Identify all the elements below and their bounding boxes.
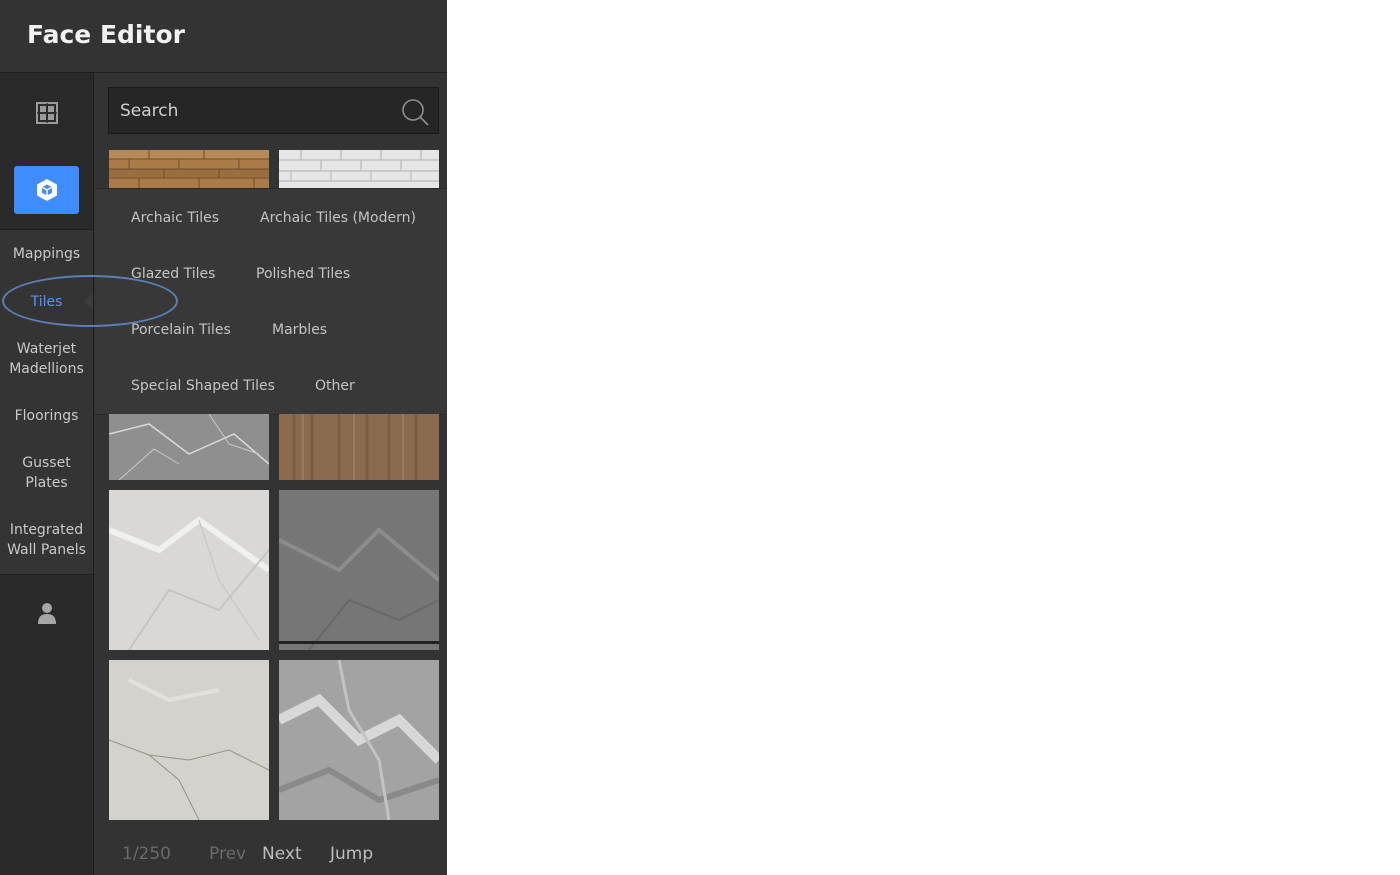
panel-title: Face Editor (27, 20, 185, 49)
page-indicator: 1/250 (122, 844, 171, 864)
material-thumbnail[interactable] (279, 414, 439, 480)
rail-item-mappings[interactable]: Mappings (0, 244, 93, 264)
category-archaic-tiles-modern[interactable]: Archaic Tiles (Modern) (260, 210, 416, 226)
rail-item-waterjet-madellions[interactable]: Waterjet Madellions (0, 339, 93, 379)
highlight-annotation (2, 275, 178, 327)
mappings-category-button[interactable] (14, 166, 79, 214)
user-icon[interactable] (0, 600, 93, 626)
category-marbles[interactable]: Marbles (272, 322, 327, 338)
material-thumbnail[interactable] (109, 660, 269, 820)
category-porcelain-tiles[interactable]: Porcelain Tiles (131, 322, 231, 338)
category-polished-tiles[interactable]: Polished Tiles (256, 266, 350, 282)
panel-header: Face Editor (0, 0, 447, 73)
category-archaic-tiles[interactable]: Archaic Tiles (131, 210, 219, 226)
cube-icon (36, 179, 57, 201)
search-icon[interactable] (400, 97, 430, 127)
material-thumbnail[interactable] (279, 490, 439, 650)
material-thumbnail[interactable] (109, 150, 269, 188)
material-thumbnail[interactable] (279, 150, 439, 188)
jump-button[interactable]: Jump (330, 844, 373, 864)
material-thumbnail[interactable] (109, 490, 269, 650)
material-thumbnail[interactable] (279, 660, 439, 820)
next-button[interactable]: Next (262, 844, 302, 864)
material-thumbnail[interactable] (109, 414, 269, 480)
rail-item-floorings[interactable]: Floorings (0, 406, 93, 426)
rail-item-gusset-plates[interactable]: Gusset Plates (0, 453, 93, 493)
category-other[interactable]: Other (315, 378, 355, 394)
category-special-shaped-tiles[interactable]: Special Shaped Tiles (131, 378, 275, 394)
face-editor-panel: Face Editor Mappings Tiles Waterjet Madel… (0, 0, 447, 875)
rail-item-integrated-wall-panels[interactable]: Integrated Wall Panels (0, 520, 93, 560)
layout-icon[interactable] (0, 98, 93, 128)
search-input[interactable]: Search (120, 101, 178, 121)
prev-button[interactable]: Prev (209, 844, 246, 864)
search-box[interactable]: Search (108, 87, 439, 134)
